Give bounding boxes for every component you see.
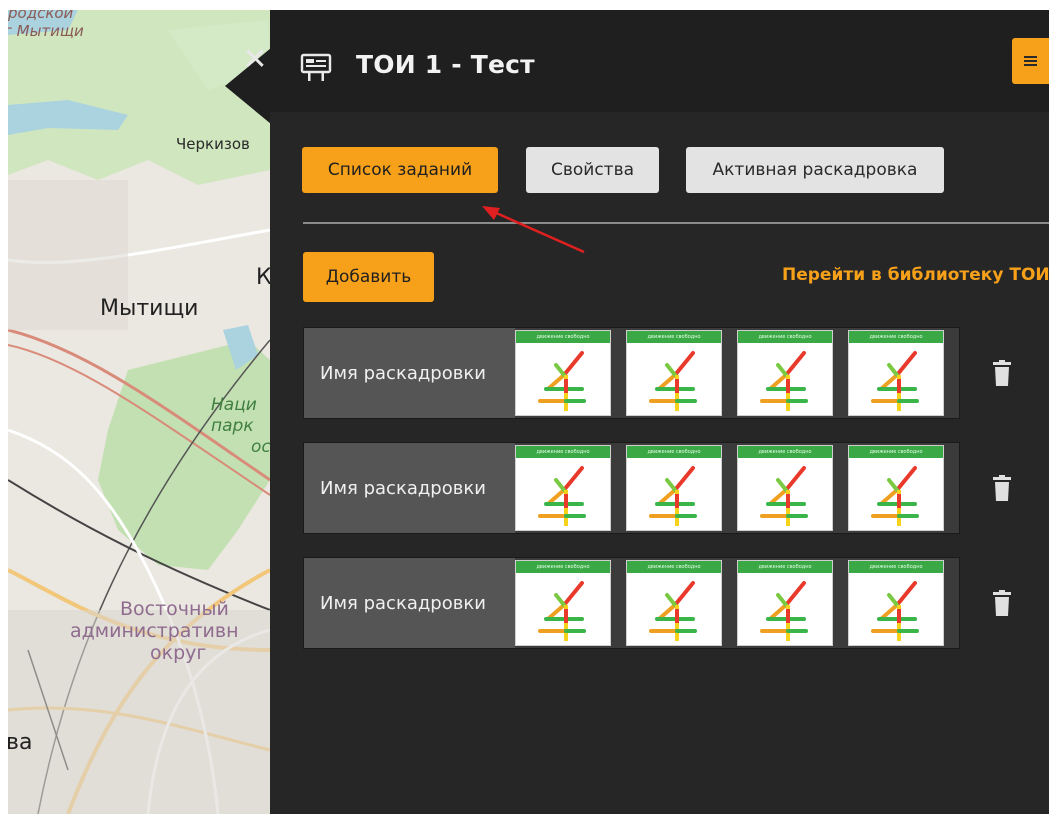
hamburger-menu-icon xyxy=(1024,54,1037,68)
close-button[interactable]: ✕ xyxy=(240,42,270,78)
storyboard-frame[interactable]: движение свободно xyxy=(737,330,833,416)
map-label: Черкизов xyxy=(176,135,250,153)
traffic-scheme-icon xyxy=(871,581,919,641)
map-label: округ xyxy=(150,642,207,664)
frame-banner: движение свободно xyxy=(516,561,610,573)
storyboard-frame[interactable]: движение свободно xyxy=(848,445,944,531)
frame-banner: движение свободно xyxy=(627,561,721,573)
storyboard-frame[interactable]: движение свободно xyxy=(737,560,833,646)
map-label: ва xyxy=(8,730,33,755)
storyboard-name: Имя раскадровки xyxy=(304,443,515,533)
storyboard-frame[interactable]: движение свободно xyxy=(515,445,611,531)
map-label: Восточный xyxy=(120,598,229,620)
traffic-scheme-icon xyxy=(760,581,808,641)
library-link[interactable]: Перейти в библиотеку ТОИ xyxy=(782,265,1049,285)
storyboard-row[interactable]: Имя раскадровки движение свободно движени… xyxy=(303,442,960,534)
storyboard-frame[interactable]: движение свободно xyxy=(515,330,611,416)
storyboard-frame[interactable]: движение свободно xyxy=(626,560,722,646)
map-label: ос xyxy=(251,437,270,457)
tab-task-list[interactable]: Список заданий xyxy=(302,147,498,193)
frame-banner: движение свободно xyxy=(627,446,721,458)
trash-icon[interactable] xyxy=(992,590,1012,616)
map-label: Наци xyxy=(211,395,257,415)
traffic-scheme-icon xyxy=(538,351,586,411)
frame-banner: движение свободно xyxy=(738,331,832,343)
map-label: г Мытищи xyxy=(8,22,84,40)
traffic-scheme-icon xyxy=(538,581,586,641)
storyboard-frame[interactable]: движение свободно xyxy=(737,445,833,531)
traffic-scheme-icon xyxy=(760,351,808,411)
storyboard-row[interactable]: Имя раскадровки движение свободно движени… xyxy=(303,327,960,419)
annotation-arrow-icon xyxy=(482,206,585,254)
traffic-scheme-icon xyxy=(538,466,586,526)
task-panel: ТОИ 1 - Тест Список заданий Свойства Акт… xyxy=(270,10,1049,814)
frame-banner: движение свободно xyxy=(516,331,610,343)
storyboard-frame[interactable]: движение свободно xyxy=(626,330,722,416)
storyboard-name: Имя раскадровки xyxy=(304,558,515,648)
map-background[interactable]: родской г Мытищи Черкизов К Мытищи Наци … xyxy=(8,10,270,814)
map-label: родской xyxy=(8,10,74,22)
storyboard-frame[interactable]: движение свободно xyxy=(626,445,722,531)
trash-icon[interactable] xyxy=(992,360,1012,386)
traffic-scheme-icon xyxy=(649,466,697,526)
traffic-scheme-icon xyxy=(649,351,697,411)
frame-banner: движение свободно xyxy=(516,446,610,458)
traffic-scheme-icon xyxy=(871,351,919,411)
storyboard-name: Имя раскадровки xyxy=(304,328,515,418)
billboard-icon xyxy=(300,53,332,81)
trash-icon[interactable] xyxy=(992,475,1012,501)
map-label: К xyxy=(256,265,270,290)
frame-banner: движение свободно xyxy=(627,331,721,343)
page-title: ТОИ 1 - Тест xyxy=(356,50,535,79)
storyboard-frame[interactable]: движение свободно xyxy=(848,330,944,416)
frame-banner: движение свободно xyxy=(849,446,943,458)
frame-banner: движение свободно xyxy=(849,561,943,573)
frame-banner: движение свободно xyxy=(738,446,832,458)
map-label: парк xyxy=(211,416,254,436)
panel-header: ТОИ 1 - Тест xyxy=(270,10,1049,112)
menu-button[interactable] xyxy=(1012,38,1049,84)
add-button[interactable]: Добавить xyxy=(303,252,434,302)
storyboard-frame[interactable]: движение свободно xyxy=(848,560,944,646)
tab-properties[interactable]: Свойства xyxy=(526,147,659,193)
map-label: Мытищи xyxy=(100,296,199,321)
traffic-scheme-icon xyxy=(649,581,697,641)
tab-active-storyboard[interactable]: Активная раскадровка xyxy=(686,147,944,193)
map-label: административн xyxy=(70,620,239,642)
traffic-scheme-icon xyxy=(871,466,919,526)
storyboard-frame[interactable]: движение свободно xyxy=(515,560,611,646)
divider xyxy=(303,222,1049,224)
frame-banner: движение свободно xyxy=(738,561,832,573)
traffic-scheme-icon xyxy=(760,466,808,526)
frame-banner: движение свободно xyxy=(849,331,943,343)
storyboard-row[interactable]: Имя раскадровки движение свободно движени… xyxy=(303,557,960,649)
